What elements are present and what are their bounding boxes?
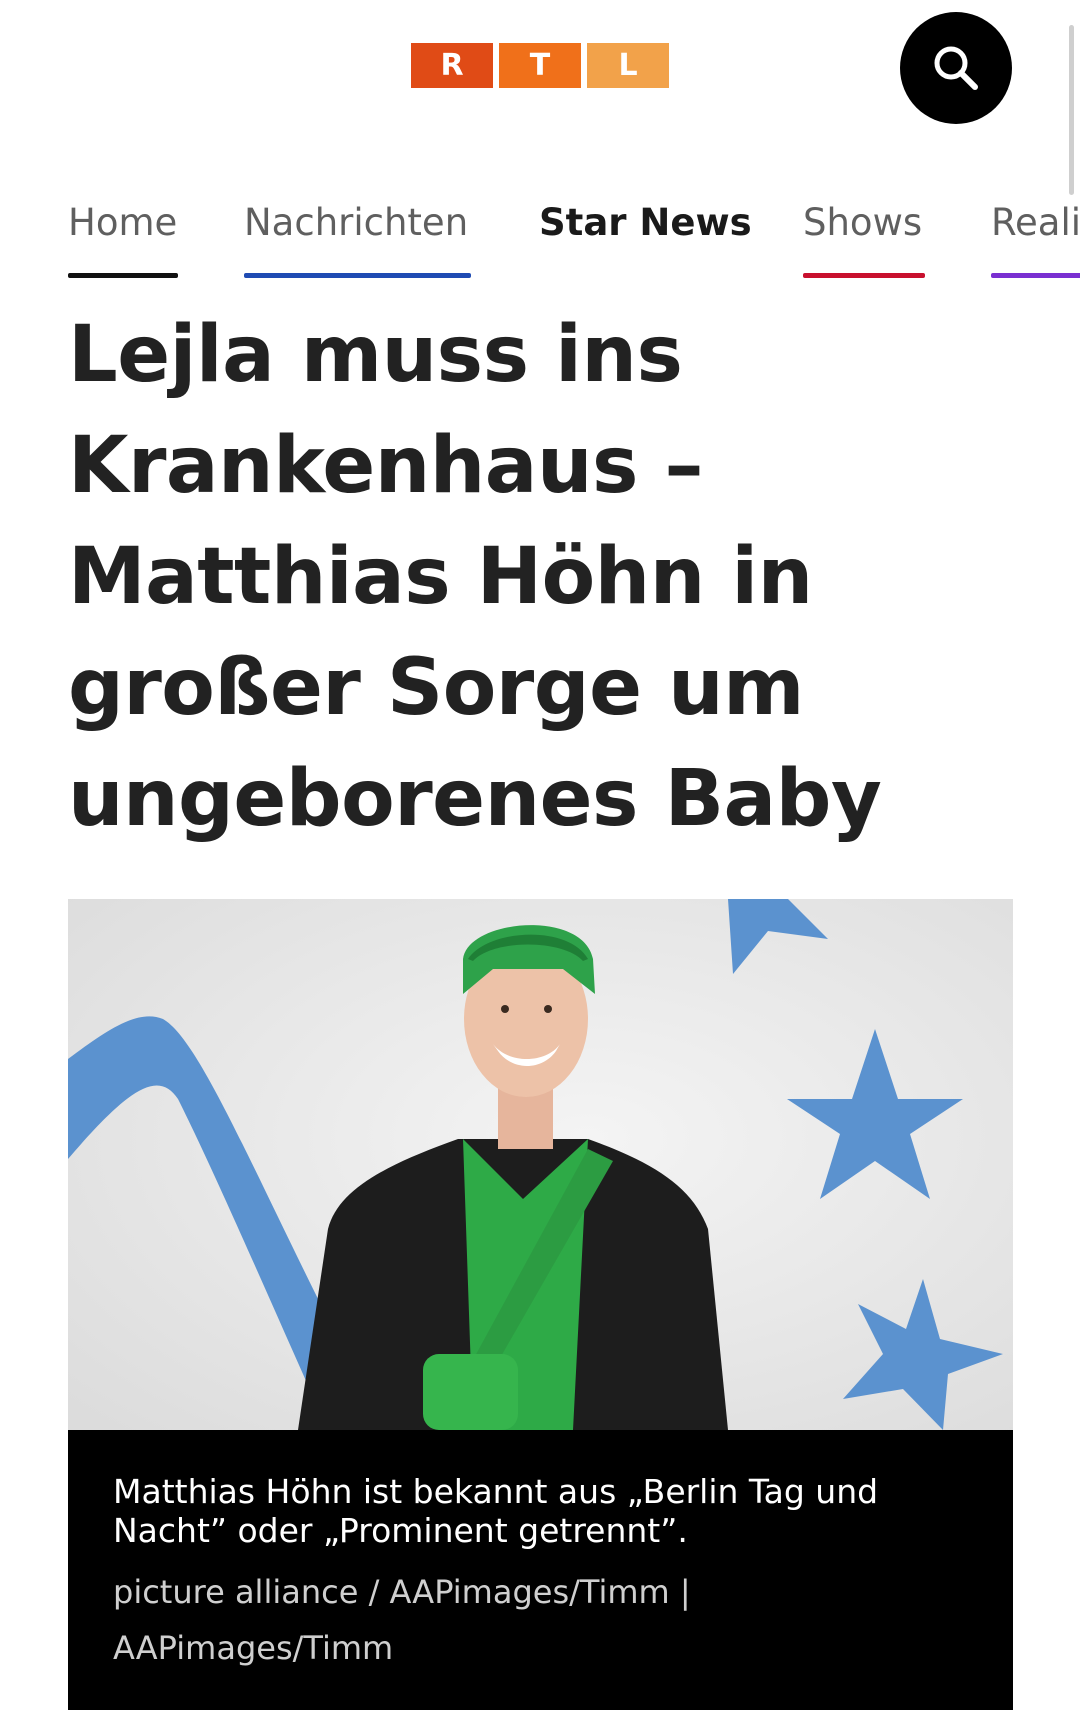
- nav-tab-reality[interactable]: Reali: [991, 195, 1080, 280]
- article-hero-image[interactable]: [68, 899, 1013, 1430]
- search-button[interactable]: [900, 12, 1012, 124]
- rtl-logo[interactable]: R T L: [411, 43, 669, 88]
- nav-tab-nachrichten[interactable]: Nachrichten: [244, 195, 471, 280]
- nav-tab-label: Home: [68, 201, 178, 244]
- nav-tab-label: Star News: [539, 201, 752, 244]
- nav-tab-underline: [244, 273, 471, 278]
- nav-tab-shows[interactable]: Shows: [803, 195, 925, 280]
- nav-tab-underline: [68, 273, 178, 278]
- nav-tab-home[interactable]: Home: [68, 195, 178, 280]
- site-header: R T L: [0, 0, 1080, 195]
- logo-letter-r: R: [411, 43, 493, 88]
- article-headline: Lejla muss ins Krankenhaus – Matthias Hö…: [68, 310, 882, 844]
- category-nav: Home Nachrichten Star News Shows Reali: [0, 195, 1080, 285]
- nav-tab-star-news[interactable]: Star News: [539, 195, 752, 280]
- nav-tab-label: Nachrichten: [244, 201, 469, 244]
- nav-tab-label: Shows: [803, 201, 923, 244]
- image-caption: Matthias Höhn ist bekannt aus „Berlin Ta…: [113, 1472, 879, 1550]
- search-icon: [934, 46, 978, 90]
- nav-tab-label: Reali: [991, 201, 1080, 244]
- image-credit: picture alliance / AAPimages/Timm | AAPi…: [113, 1573, 691, 1667]
- logo-letter-t: T: [499, 43, 581, 88]
- image-caption-box: Matthias Höhn ist bekannt aus „Berlin Ta…: [68, 1430, 1013, 1710]
- logo-letter-l: L: [587, 43, 669, 88]
- nav-tab-underline: [803, 273, 925, 278]
- scrollbar[interactable]: [1069, 25, 1074, 195]
- nav-tab-underline: [991, 273, 1080, 278]
